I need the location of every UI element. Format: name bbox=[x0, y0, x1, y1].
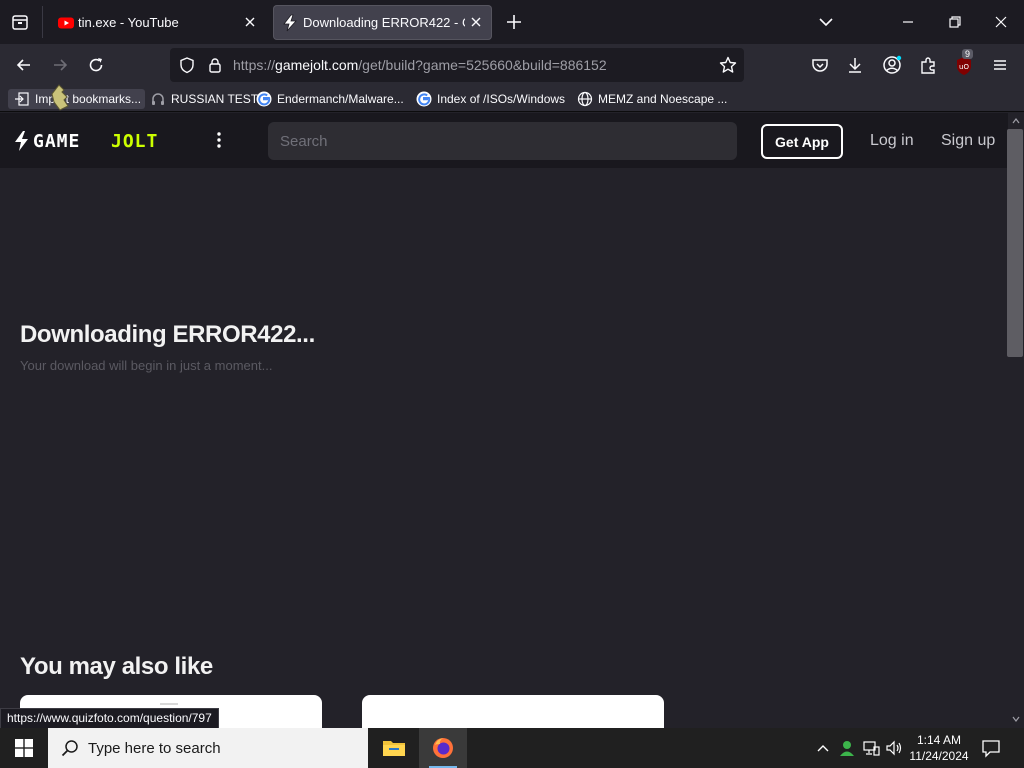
extension-badge: 9 bbox=[962, 49, 974, 59]
tab-youtube[interactable]: tin.exe - YouTube bbox=[50, 5, 266, 40]
gamejolt-logo[interactable]: GAME JOLT bbox=[14, 130, 180, 152]
gamejolt-icon bbox=[281, 14, 299, 32]
firefox-button[interactable] bbox=[419, 728, 467, 768]
bookmark-russian-test[interactable]: RUSSIAN TEST bbox=[150, 89, 258, 109]
tab-title: tin.exe - YouTube bbox=[78, 15, 179, 30]
address-bar[interactable]: https://gamejolt.com/get/build?game=5256… bbox=[170, 48, 744, 82]
url-path: /get/build?game=525660&build=886152 bbox=[358, 57, 607, 73]
system-clock[interactable]: 1:14 AM 11/24/2024 bbox=[903, 732, 975, 764]
pocket-icon[interactable] bbox=[806, 51, 834, 79]
taskbar-search-placeholder: Type here to search bbox=[88, 740, 221, 757]
shield-icon[interactable] bbox=[178, 56, 196, 74]
download-icon[interactable] bbox=[841, 51, 869, 79]
volume-icon[interactable] bbox=[885, 739, 903, 757]
bookmark-memz[interactable]: MEMZ and Noescape ... bbox=[577, 89, 727, 109]
back-icon[interactable] bbox=[10, 51, 38, 79]
new-tab-icon[interactable] bbox=[504, 12, 524, 32]
bookmark-label: MEMZ and Noescape ... bbox=[598, 92, 728, 106]
ublock-icon[interactable]: uO 9 bbox=[950, 49, 978, 79]
google-icon bbox=[416, 91, 432, 107]
menu-icon[interactable] bbox=[986, 51, 1014, 79]
windows-taskbar: Type here to search 1:14 AM 11/24/2024 bbox=[0, 728, 1024, 768]
bookmarks-toolbar: Import bookmarks... RUSSIAN TEST Enderma… bbox=[0, 86, 1024, 112]
svg-text:GAME: GAME bbox=[33, 131, 80, 152]
scrollbar-thumb[interactable] bbox=[1007, 129, 1023, 357]
headphones-icon bbox=[150, 91, 166, 107]
close-window-icon[interactable] bbox=[991, 12, 1011, 32]
youtube-icon bbox=[58, 15, 74, 31]
url-text[interactable]: https://gamejolt.com/get/build?game=5256… bbox=[233, 57, 607, 73]
get-app-button[interactable]: Get App bbox=[761, 124, 843, 159]
download-subtitle: Your download will begin in just a momen… bbox=[20, 358, 273, 373]
web-page: GAME JOLT Search Get App Log in Sign up … bbox=[0, 113, 1008, 728]
search-icon bbox=[60, 738, 80, 758]
star-icon[interactable] bbox=[718, 55, 738, 75]
signup-link[interactable]: Sign up bbox=[941, 132, 995, 150]
url-host: gamejolt.com bbox=[275, 57, 359, 73]
forward-icon[interactable] bbox=[46, 51, 74, 79]
firefox-icon bbox=[431, 736, 455, 760]
taskbar-search-input[interactable]: Type here to search bbox=[48, 728, 368, 768]
download-title: Downloading ERROR422... bbox=[20, 321, 315, 348]
link-status-bar: https://www.quizfoto.com/question/797 bbox=[0, 708, 219, 729]
bookmark-label: RUSSIAN TEST bbox=[171, 92, 259, 106]
site-header: GAME JOLT Search Get App Log in Sign up bbox=[0, 113, 1008, 168]
tab-divider bbox=[42, 6, 43, 38]
game-card[interactable] bbox=[362, 695, 664, 728]
globe-icon bbox=[577, 91, 593, 107]
clock-date: 11/24/2024 bbox=[909, 749, 969, 763]
tab-title: Downloading ERROR422 - Gam bbox=[303, 15, 465, 30]
bookmark-label: Endermanch/Malware... bbox=[277, 92, 404, 106]
reload-icon[interactable] bbox=[82, 51, 110, 79]
notification-icon[interactable] bbox=[981, 738, 1001, 758]
chevron-up-icon[interactable] bbox=[815, 740, 831, 756]
bookmark-label: Index of /ISOs/Windows bbox=[437, 92, 566, 106]
close-tab-icon[interactable] bbox=[468, 14, 484, 30]
tab-list-icon[interactable] bbox=[8, 10, 32, 34]
minimize-icon[interactable] bbox=[898, 12, 918, 32]
file-explorer-button[interactable] bbox=[370, 728, 418, 768]
more-vertical-icon[interactable] bbox=[210, 130, 228, 150]
card-thumbnail bbox=[160, 703, 178, 705]
bookmark-isos[interactable]: Index of /ISOs/Windows bbox=[416, 89, 565, 109]
site-search-input[interactable]: Search bbox=[268, 122, 737, 160]
network-icon[interactable] bbox=[862, 739, 880, 757]
svg-text:JOLT: JOLT bbox=[111, 131, 158, 152]
cursor-icon bbox=[50, 84, 70, 112]
user-tray-icon[interactable] bbox=[838, 739, 856, 757]
folder-icon bbox=[382, 738, 406, 758]
bookmark-import[interactable]: Import bookmarks... bbox=[8, 89, 146, 109]
svg-text:uO: uO bbox=[959, 63, 969, 71]
import-icon bbox=[14, 91, 30, 107]
clock-time: 1:14 AM bbox=[916, 733, 962, 747]
login-link[interactable]: Log in bbox=[870, 132, 914, 150]
bookmark-endermanch[interactable]: Endermanch/Malware... bbox=[256, 89, 404, 109]
tab-bar: tin.exe - YouTube Downloading ERROR422 -… bbox=[0, 0, 1024, 44]
start-button[interactable] bbox=[0, 728, 48, 768]
windows-logo-icon bbox=[15, 739, 33, 757]
scroll-up-icon[interactable] bbox=[1012, 117, 1020, 125]
scroll-down-icon[interactable] bbox=[1012, 715, 1020, 723]
chevron-down-icon[interactable] bbox=[816, 12, 836, 32]
restore-icon[interactable] bbox=[945, 12, 965, 32]
section-heading: You may also like bbox=[20, 653, 213, 680]
url-scheme: https:// bbox=[233, 57, 276, 73]
close-tab-icon[interactable] bbox=[242, 14, 258, 30]
account-icon[interactable] bbox=[878, 51, 906, 79]
lock-icon[interactable] bbox=[206, 56, 224, 74]
extensions-icon[interactable] bbox=[914, 51, 942, 79]
google-icon bbox=[256, 91, 272, 107]
search-placeholder: Search bbox=[280, 133, 328, 150]
tab-gamejolt[interactable]: Downloading ERROR422 - Gam bbox=[273, 5, 492, 40]
